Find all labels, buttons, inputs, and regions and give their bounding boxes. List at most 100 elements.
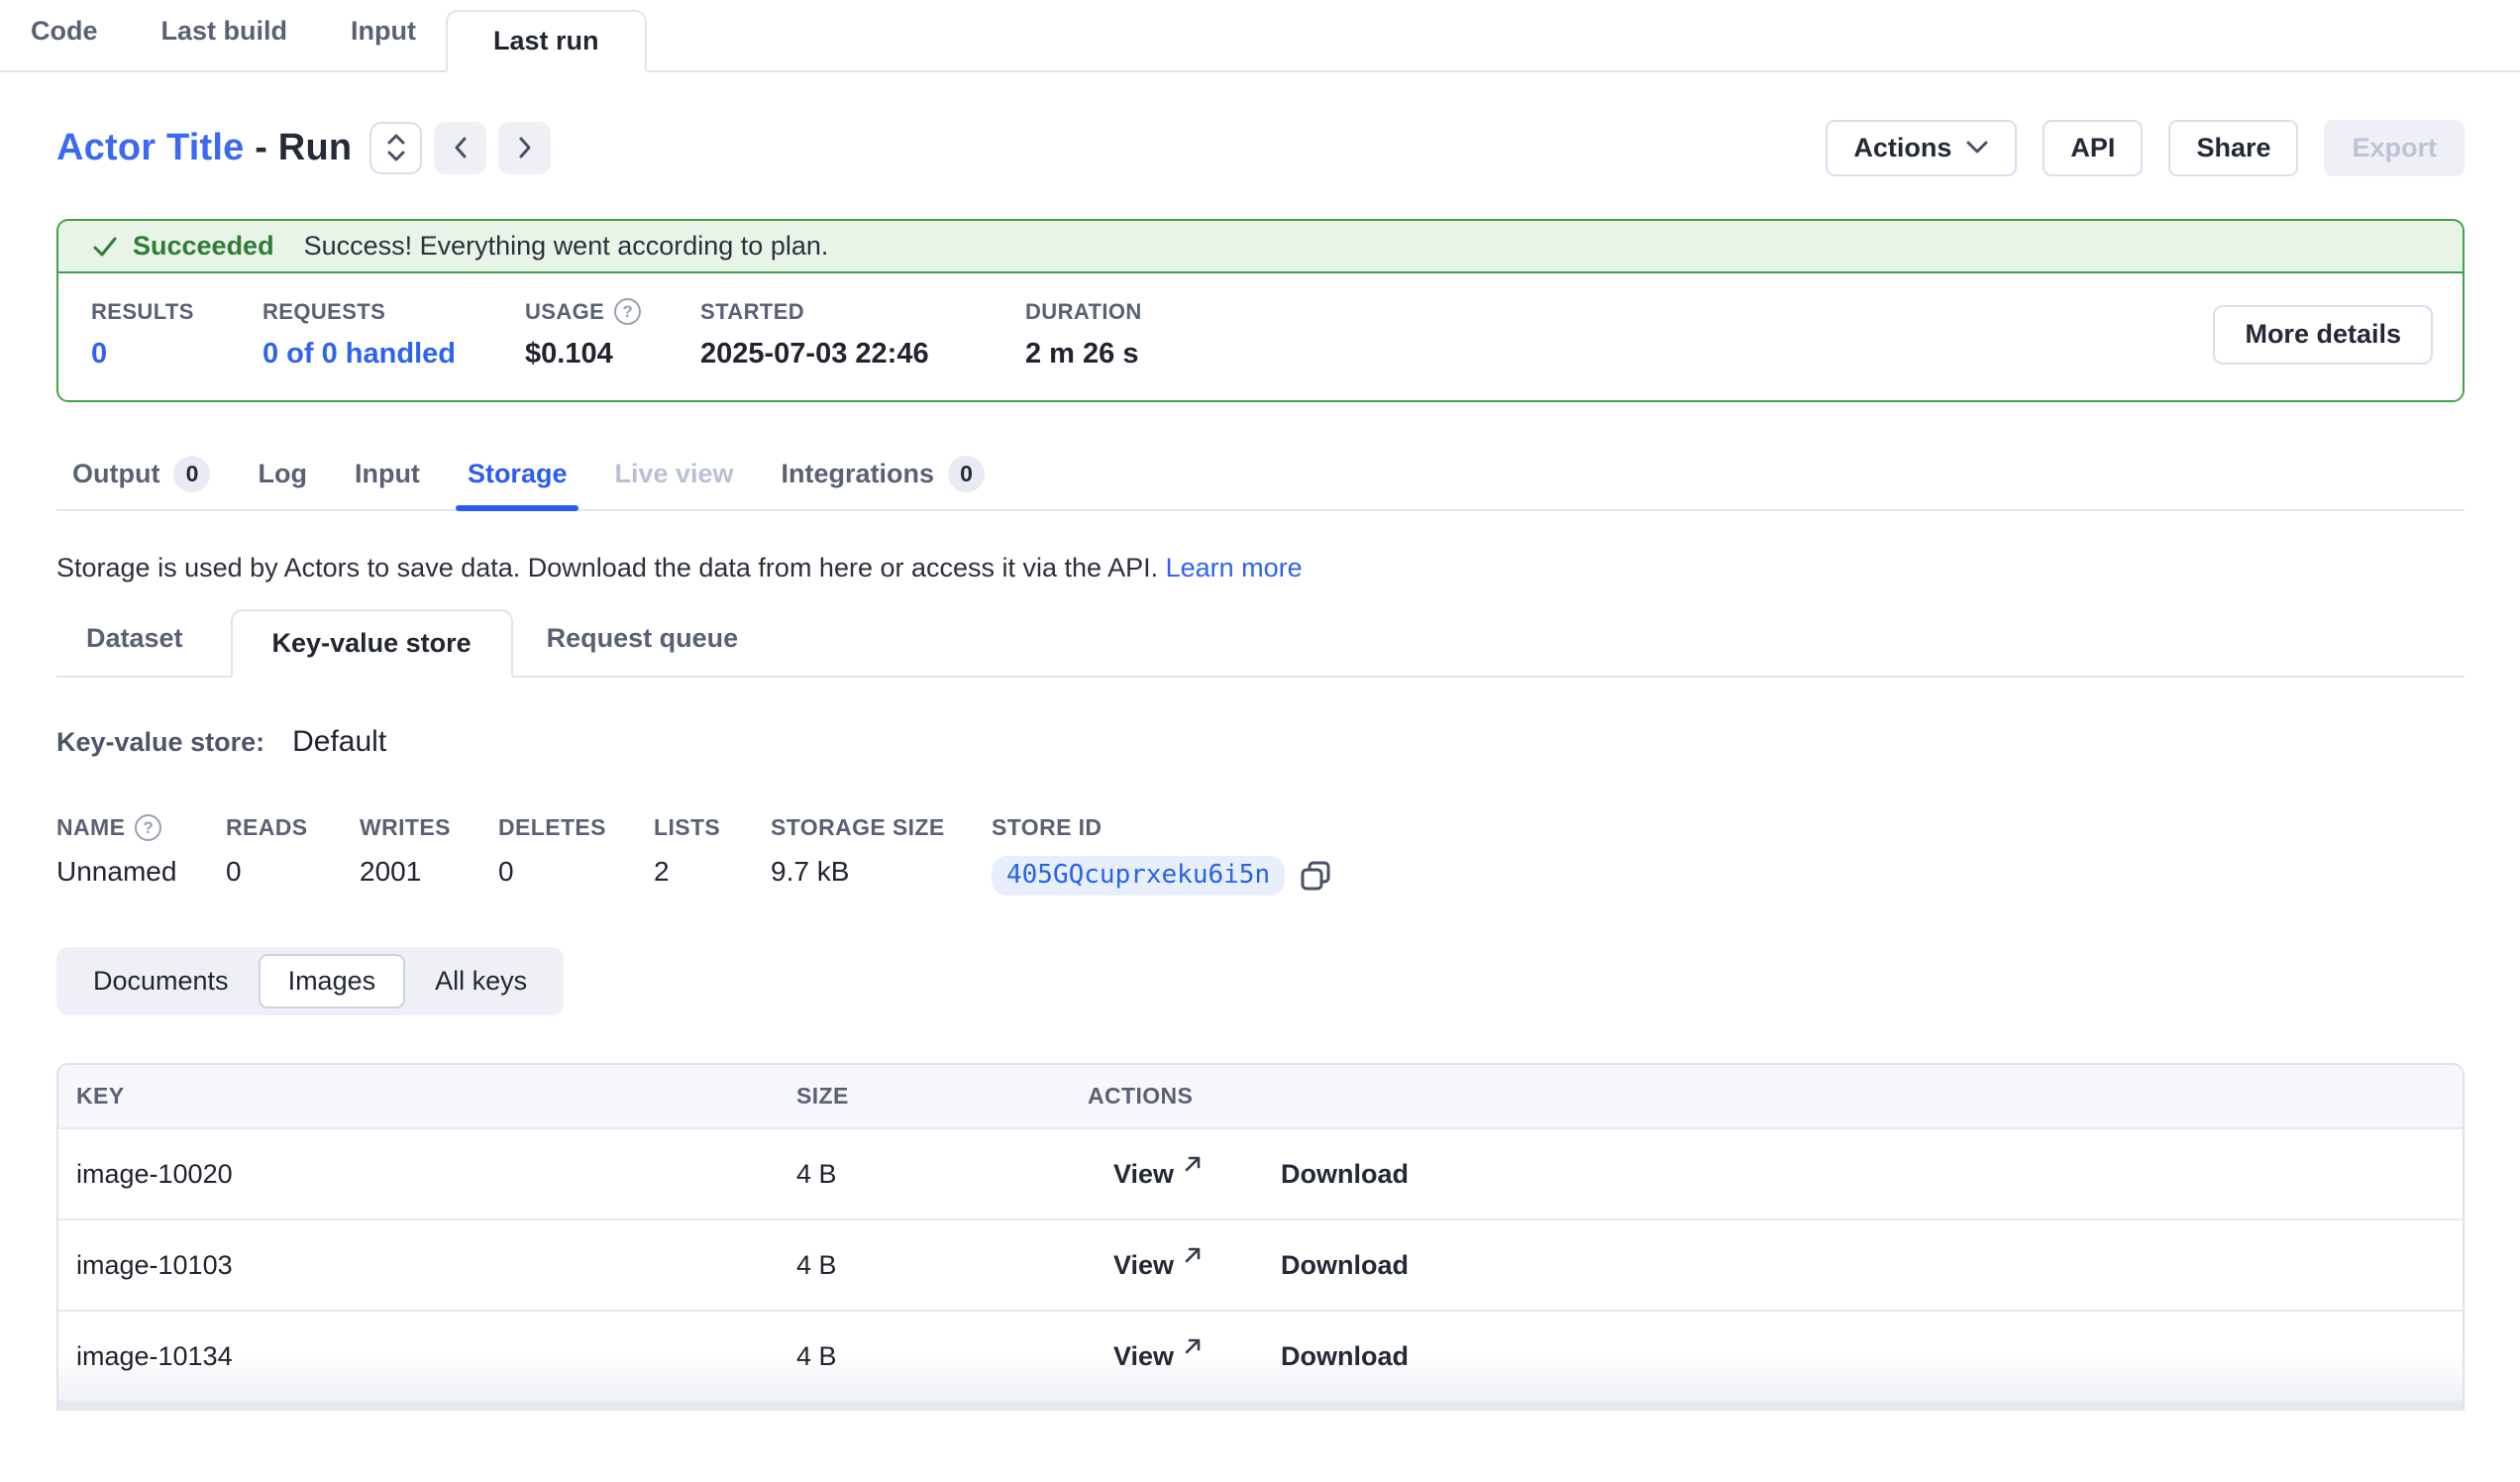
actions-label: Actions	[1853, 133, 1951, 163]
output-count-badge: 0	[173, 456, 210, 492]
store-stat-reads: READS 0	[226, 814, 360, 896]
table-row: image-10020 4 B View Download	[58, 1127, 2463, 1218]
tab-storage[interactable]: Storage	[468, 438, 568, 509]
tab-input[interactable]: Input	[351, 16, 416, 70]
usage-help-icon[interactable]: ?	[614, 298, 641, 325]
store-stat-storage-size-value: 9.7 kB	[771, 856, 992, 888]
more-details-button[interactable]: More details	[2213, 305, 2433, 365]
table-header-row: KEY SIZE ACTIONS	[58, 1065, 2463, 1127]
run-tab-bar: Output 0 Log Input Storage Live view Int…	[56, 438, 2465, 511]
download-button[interactable]: Download	[1281, 1159, 1409, 1190]
view-label: View	[1113, 1341, 1174, 1372]
view-button[interactable]: View	[1113, 1159, 1204, 1190]
tab-integrations[interactable]: Integrations 0	[782, 438, 986, 509]
store-stat-lists-value: 2	[654, 856, 771, 888]
name-help-icon[interactable]: ?	[135, 814, 161, 841]
run-stats: RESULTS 0 REQUESTS 0 of 0 handled USAGE …	[58, 273, 2463, 400]
storage-description: Storage is used by Actors to save data. …	[56, 553, 2465, 583]
store-stat-name: NAME ? Unnamed	[56, 814, 226, 896]
store-stat-writes-label: WRITES	[360, 814, 498, 841]
tab-input-run[interactable]: Input	[355, 438, 420, 509]
tab-dataset[interactable]: Dataset	[86, 623, 183, 676]
tab-integrations-label: Integrations	[782, 459, 935, 489]
tab-last-run[interactable]: Last run	[446, 10, 647, 72]
header-action-buttons: Actions API Share Export	[1826, 120, 2465, 176]
row-key: image-10134	[58, 1341, 796, 1372]
tab-last-build[interactable]: Last build	[161, 16, 288, 70]
stat-usage-label: USAGE	[525, 299, 604, 325]
store-stat-name-value: Unnamed	[56, 856, 226, 888]
stat-requests-value[interactable]: 0 of 0 handled	[262, 338, 525, 370]
column-header-key: KEY	[58, 1083, 796, 1110]
row-key: image-10020	[58, 1159, 796, 1190]
store-stat-storage-size-label: STORAGE SIZE	[771, 814, 992, 841]
stat-results-value[interactable]: 0	[91, 338, 262, 370]
tab-log[interactable]: Log	[258, 438, 306, 509]
row-size: 4 B	[796, 1159, 1088, 1190]
run-suffix-text: - Run	[255, 127, 352, 168]
external-link-icon	[1182, 1153, 1204, 1175]
filter-all-keys[interactable]: All keys	[405, 954, 557, 1008]
next-run-button[interactable]	[498, 122, 551, 174]
filter-documents[interactable]: Documents	[63, 954, 259, 1008]
store-stat-lists-label: LISTS	[654, 814, 771, 841]
tab-code[interactable]: Code	[31, 16, 98, 70]
store-stat-store-id-label: STORE ID	[992, 814, 1332, 841]
export-button: Export	[2324, 120, 2465, 176]
check-icon	[91, 233, 119, 261]
store-stat-reads-label: READS	[226, 814, 360, 841]
store-stat-name-label: NAME	[56, 814, 125, 841]
store-stat-writes: WRITES 2001	[360, 814, 498, 896]
view-button[interactable]: View	[1113, 1341, 1204, 1372]
view-label: View	[1113, 1159, 1174, 1190]
external-link-icon	[1182, 1244, 1204, 1266]
tab-request-queue[interactable]: Request queue	[547, 623, 739, 676]
store-name-line: Key-value store: Default	[56, 725, 2465, 759]
chevron-left-icon	[450, 135, 472, 160]
storage-description-text: Storage is used by Actors to save data. …	[56, 553, 1158, 582]
download-button[interactable]: Download	[1281, 1250, 1409, 1281]
stat-requests: REQUESTS 0 of 0 handled	[262, 299, 525, 370]
run-selector-button[interactable]	[369, 122, 422, 174]
store-stat-deletes-value: 0	[498, 856, 654, 888]
store-stat-writes-value: 2001	[360, 856, 498, 888]
status-label: Succeeded	[133, 231, 274, 262]
store-id-pill[interactable]: 405GQcuprxeku6i5n	[992, 856, 1285, 896]
actor-run-page: Code Last build Input Last run Actor Tit…	[0, 0, 2520, 1482]
table-row: image-10103 4 B View Download	[58, 1218, 2463, 1310]
copy-store-id-button[interactable]	[1299, 859, 1332, 893]
view-button[interactable]: View	[1113, 1250, 1204, 1281]
stat-duration-label: DURATION	[1025, 299, 1142, 325]
share-button[interactable]: Share	[2168, 120, 2298, 176]
tab-key-value-store[interactable]: Key-value store	[231, 609, 513, 678]
store-stat-deletes-label: DELETES	[498, 814, 654, 841]
chevron-down-icon	[1965, 140, 1989, 156]
filter-images[interactable]: Images	[259, 954, 406, 1008]
tab-output[interactable]: Output 0	[72, 438, 210, 509]
row-size: 4 B	[796, 1341, 1088, 1372]
store-name-label: Key-value store:	[56, 727, 264, 758]
stat-usage-value: $0.104	[525, 338, 700, 370]
status-banner: Succeeded Success! Everything went accor…	[58, 221, 2463, 273]
chevron-right-icon	[514, 135, 536, 160]
external-link-icon	[1182, 1335, 1204, 1357]
key-filter-segmented-control: Documents Images All keys	[56, 947, 564, 1015]
run-nav-buttons	[369, 122, 551, 174]
actor-title-link[interactable]: Actor Title	[56, 127, 244, 168]
view-label: View	[1113, 1250, 1174, 1281]
previous-run-button[interactable]	[434, 122, 486, 174]
api-button[interactable]: API	[2043, 120, 2143, 176]
tab-output-label: Output	[72, 459, 159, 489]
stat-results-label: RESULTS	[91, 299, 262, 325]
storage-tab-bar: Dataset Key-value store Request queue	[56, 607, 2465, 678]
learn-more-link[interactable]: Learn more	[1166, 553, 1303, 582]
stat-results: RESULTS 0	[91, 299, 262, 370]
page-header: Actor Title - Run	[56, 118, 2465, 177]
stat-started: STARTED 2025-07-03 22:46	[700, 299, 1025, 370]
store-stat-deletes: DELETES 0	[498, 814, 654, 896]
download-button[interactable]: Download	[1281, 1341, 1409, 1372]
row-size: 4 B	[796, 1250, 1088, 1281]
actions-dropdown-button[interactable]: Actions	[1826, 120, 2017, 176]
store-stat-storage-size: STORAGE SIZE 9.7 kB	[771, 814, 992, 896]
table-row: image-10134 4 B View Download	[58, 1310, 2463, 1401]
